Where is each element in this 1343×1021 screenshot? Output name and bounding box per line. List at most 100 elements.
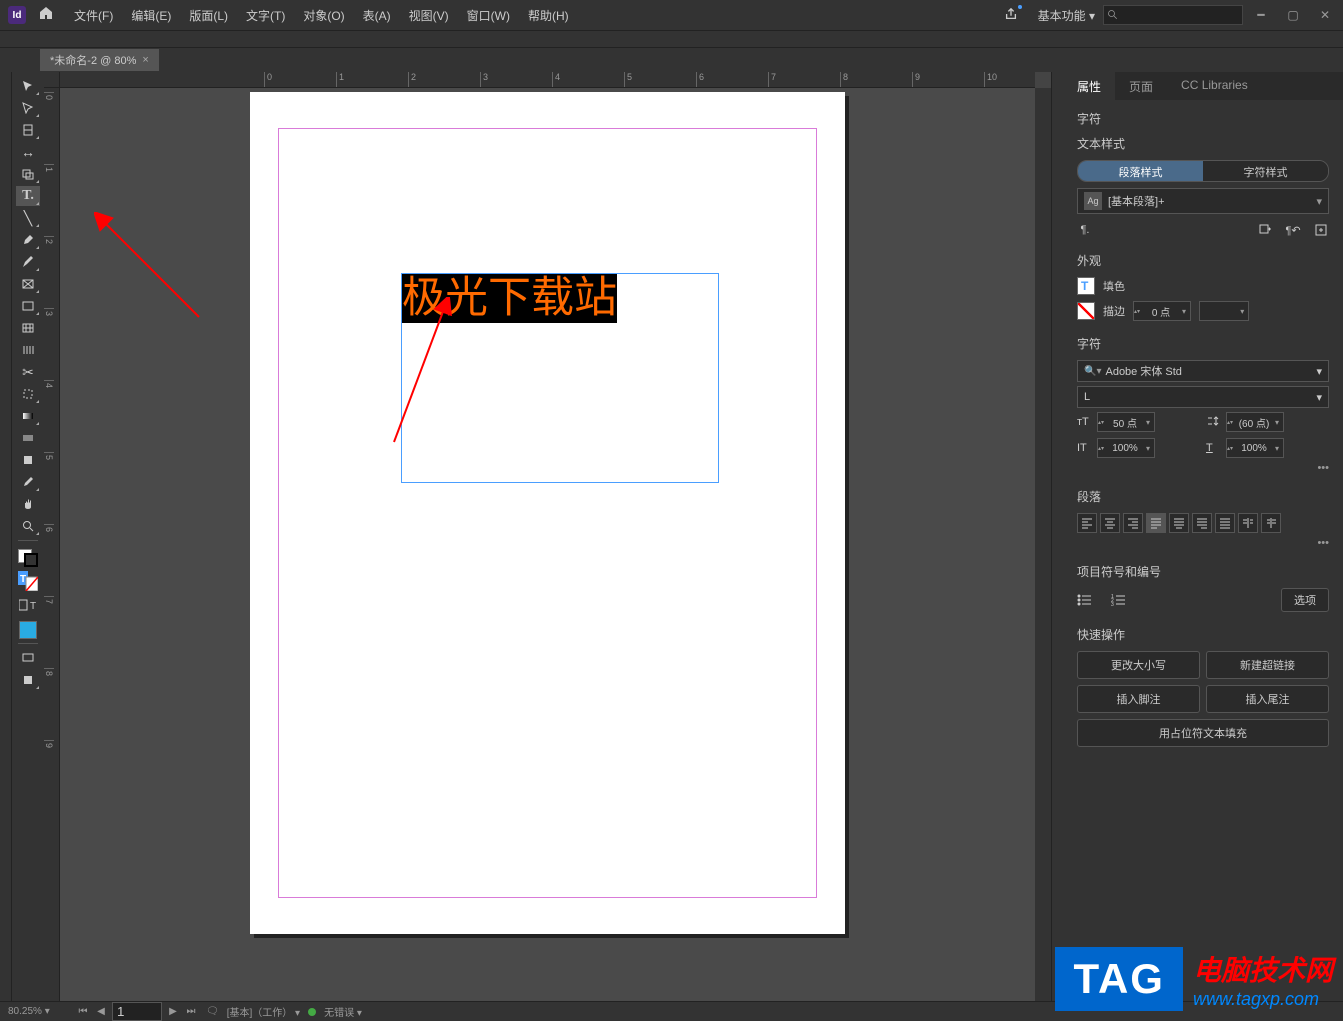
workspace-switcher[interactable]: 基本功能 ▾ (1038, 7, 1095, 24)
scissors-tool[interactable]: ✂ (16, 362, 40, 382)
menu-object[interactable]: 对象(O) (303, 7, 344, 24)
frame-grid-tool[interactable] (16, 340, 40, 360)
add-icon[interactable] (1313, 222, 1329, 238)
align-right[interactable] (1123, 513, 1143, 533)
share-icon[interactable] (1004, 7, 1018, 24)
para-options-icon[interactable]: ¶. (1077, 222, 1093, 238)
paragraph-style-select[interactable]: Ag [基本段落]+ ▾ (1077, 188, 1329, 214)
bullets-options-button[interactable]: 选项 (1281, 588, 1329, 612)
vertical-scrollbar[interactable] (1035, 88, 1051, 1001)
minimize-button[interactable]: ━ (1251, 5, 1271, 25)
errors-label[interactable]: 无错误 ▾ (324, 1004, 362, 1019)
tab-close-icon[interactable]: × (142, 54, 148, 66)
canvas-viewport[interactable]: 极光下载站 (60, 88, 1035, 1001)
align-center[interactable] (1100, 513, 1120, 533)
next-page-button[interactable]: ▶ (166, 1006, 180, 1017)
vertical-ruler[interactable]: 0123456789 (44, 88, 60, 1001)
selected-text[interactable]: 极光下载站 (402, 274, 617, 323)
page-tool[interactable] (16, 120, 40, 140)
page-number-input[interactable] (112, 1002, 162, 1021)
zoom-level[interactable]: 80.25% ▾ (8, 1006, 68, 1017)
zoom-tool[interactable] (16, 516, 40, 536)
insert-footnote-button[interactable]: 插入脚注 (1077, 685, 1200, 713)
new-style-icon[interactable] (1257, 222, 1273, 238)
pencil-tool[interactable] (16, 252, 40, 272)
text-frame[interactable]: 极光下载站 (401, 273, 719, 483)
align-away-spine[interactable] (1261, 513, 1281, 533)
font-size-input[interactable]: ▴▾50 点▾ (1097, 412, 1155, 432)
open-dialog-icon[interactable]: 🗨 (206, 1006, 219, 1017)
placeholder-text-button[interactable]: 用占位符文本填充 (1077, 719, 1329, 747)
maximize-button[interactable]: ▢ (1283, 5, 1303, 25)
horizontal-ruler[interactable]: 012345678910 (60, 72, 1035, 88)
type-tool[interactable]: T. (16, 186, 40, 206)
menu-layout[interactable]: 版面(L) (189, 7, 228, 24)
vscale-input[interactable]: ▴▾100%▾ (1097, 438, 1155, 458)
direct-selection-tool[interactable] (16, 98, 40, 118)
menu-help[interactable]: 帮助(H) (528, 7, 569, 24)
paragraph-style-tab[interactable]: 段落样式 (1078, 161, 1203, 181)
menu-view[interactable]: 视图(V) (409, 7, 449, 24)
menu-edit[interactable]: 编辑(E) (131, 7, 171, 24)
rectangle-tool[interactable] (16, 296, 40, 316)
more-options-icon[interactable]: ••• (1077, 462, 1329, 474)
pen-tool[interactable] (16, 230, 40, 250)
apply-color[interactable] (19, 621, 37, 639)
tab-cc-libraries[interactable]: CC Libraries (1167, 72, 1262, 100)
home-icon[interactable] (38, 5, 54, 26)
last-page-button[interactable]: ⏭ (184, 1006, 198, 1017)
rectangle-frame-tool[interactable] (16, 274, 40, 294)
insert-endnote-button[interactable]: 插入尾注 (1206, 685, 1329, 713)
gradient-swatch-tool[interactable] (16, 406, 40, 426)
fill-stroke-swatch[interactable] (18, 549, 38, 567)
eyedropper-tool[interactable] (16, 472, 40, 492)
gap-tool[interactable]: ↔ (16, 142, 40, 162)
leading-input[interactable]: ▴▾(60 点)▾ (1226, 412, 1284, 432)
document-tab[interactable]: *未命名-2 @ 80% × (40, 49, 159, 71)
stroke-weight-input[interactable]: ▴▾0 点▾ (1133, 301, 1191, 321)
new-hyperlink-button[interactable]: 新建超链接 (1206, 651, 1329, 679)
prev-page-button[interactable]: ◀ (94, 1006, 108, 1017)
align-left[interactable] (1077, 513, 1097, 533)
ruler-origin[interactable] (44, 72, 60, 88)
note-tool[interactable] (16, 450, 40, 470)
bullet-list-icon[interactable] (1077, 592, 1093, 608)
stroke-swatch[interactable] (1077, 302, 1095, 320)
gradient-feather-tool[interactable] (16, 428, 40, 448)
menu-window[interactable]: 窗口(W) (467, 7, 510, 24)
format-container[interactable]: T (16, 595, 40, 615)
hand-tool[interactable] (16, 494, 40, 514)
change-case-button[interactable]: 更改大小写 (1077, 651, 1200, 679)
clear-override-icon[interactable]: ¶↶ (1285, 222, 1301, 238)
view-options[interactable] (16, 670, 40, 690)
first-page-button[interactable]: ⏮ (76, 1006, 90, 1017)
menu-type[interactable]: 文字(T) (246, 7, 285, 24)
menu-table[interactable]: 表(A) (363, 7, 391, 24)
tab-properties[interactable]: 属性 (1063, 72, 1115, 100)
more-options-icon[interactable]: ••• (1077, 537, 1329, 549)
numbered-list-icon[interactable]: 123 (1111, 592, 1127, 608)
fill-swatch[interactable]: T (1077, 277, 1095, 295)
justify-left[interactable] (1146, 513, 1166, 533)
hscale-input[interactable]: ▴▾100%▾ (1226, 438, 1284, 458)
profile-label[interactable]: [基本]（工作） ▾ (227, 1004, 300, 1019)
character-style-tab[interactable]: 字符样式 (1203, 161, 1328, 181)
content-collector-tool[interactable] (16, 164, 40, 184)
align-toward-spine[interactable] (1238, 513, 1258, 533)
page[interactable]: 极光下载站 (250, 92, 845, 934)
screen-mode[interactable] (16, 648, 40, 668)
free-transform-tool[interactable] (16, 384, 40, 404)
format-text-fill[interactable]: T (16, 569, 40, 593)
grid-tool[interactable] (16, 318, 40, 338)
selection-tool[interactable] (16, 76, 40, 96)
line-tool[interactable]: ╲ (16, 208, 40, 228)
search-input[interactable] (1103, 5, 1243, 25)
justify-right[interactable] (1192, 513, 1212, 533)
justify-all[interactable] (1215, 513, 1235, 533)
tab-pages[interactable]: 页面 (1115, 72, 1167, 100)
menu-file[interactable]: 文件(F) (74, 7, 113, 24)
close-button[interactable]: ✕ (1315, 5, 1335, 25)
justify-center[interactable] (1169, 513, 1189, 533)
font-weight-select[interactable]: L ▾ (1077, 386, 1329, 408)
font-family-select[interactable]: 🔍▾ Adobe 宋体 Std ▾ (1077, 360, 1329, 382)
